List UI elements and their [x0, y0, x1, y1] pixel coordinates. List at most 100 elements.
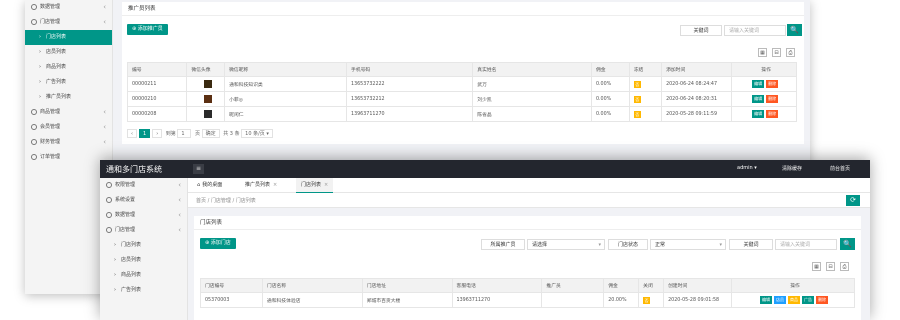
search-icon[interactable]: 🔍 — [840, 238, 855, 250]
sidebar-item[interactable]: › 推广员列表 — [25, 90, 112, 105]
column-header: 微信昵称 — [224, 62, 348, 77]
export-icon[interactable]: ⊟ — [826, 262, 835, 271]
export-icon[interactable]: ⊟ — [772, 48, 781, 57]
sidebar-item[interactable]: 系统设置 ‹ — [100, 193, 187, 208]
chevron-icon: ‹ — [178, 226, 181, 234]
confirm-button[interactable]: 确定 — [201, 129, 220, 138]
sidebar-item[interactable]: › 广告列表 — [25, 75, 112, 90]
prev-page-button[interactable]: ‹ — [127, 129, 137, 138]
closed-badge[interactable]: 否 — [643, 296, 651, 304]
pagination: ‹ 1 › 到第 1 页 确定 共 3 条 10 条/页 ▾ — [127, 129, 275, 138]
keyword-input[interactable]: 请输入关键词 — [724, 25, 786, 36]
cell-actions: 编辑 店员 商品 广告 删除 — [731, 292, 855, 308]
add-store-button[interactable]: ⊕ 添加门店 — [200, 238, 236, 249]
chevron-icon: ‹ — [178, 181, 181, 189]
sidebar-item-label: 数据管理 — [115, 212, 136, 218]
chevron-icon: ‹ — [103, 123, 106, 131]
sidebar-item[interactable]: 门店管理 ‹ — [25, 15, 112, 30]
panel-title: 门店列表 — [194, 216, 861, 230]
sidebar-item[interactable]: 商品管理 ‹ — [25, 105, 112, 120]
avatar — [203, 95, 212, 103]
cell-commission: 0.00% — [590, 91, 630, 107]
delete-button[interactable]: 删除 — [766, 95, 779, 103]
page-1-button[interactable]: 1 — [139, 129, 151, 138]
sidebar-item[interactable]: 门店管理 ‹ — [100, 223, 187, 238]
sidebar-item[interactable]: › 商品列表 — [25, 60, 112, 75]
tab-label: 推广员列表 — [245, 182, 271, 188]
panel-title: 推广员列表 — [122, 2, 804, 16]
sidebar-item[interactable]: › 店员列表 — [100, 253, 187, 268]
tab[interactable]: 门店列表 × — [296, 178, 334, 193]
chevron-right-icon: › — [39, 79, 41, 85]
chevron-down-icon: ▾ — [719, 242, 722, 248]
cell-name: 武万 — [472, 76, 592, 92]
chevron-right-icon: › — [39, 64, 41, 70]
sidebar-item-label: 系统设置 — [115, 197, 136, 203]
column-header: 微信头像 — [186, 62, 226, 77]
column-header: 门店编号 — [200, 278, 263, 293]
edit-button[interactable]: 编辑 — [752, 110, 765, 118]
add-promoter-button[interactable]: ⊕ 添加推广员 — [127, 24, 168, 35]
menu-toggle-icon[interactable]: ≡ — [193, 164, 204, 174]
columns-icon[interactable]: ▦ — [758, 48, 767, 57]
next-page-button[interactable]: › — [152, 129, 163, 138]
cell-actions: 编辑 删除 — [731, 76, 797, 92]
front-sidebar: 权限管理 ‹ 系统设置 ‹ 数据管理 ‹ 门店管理 ‹ › 门店列表 › 店员列表 › 商品列表 › 广告列表 — [100, 178, 188, 320]
print-icon[interactable]: ⎙ — [786, 48, 795, 57]
sidebar-item[interactable]: 数据管理 ‹ — [100, 208, 187, 223]
column-header: 操作 — [731, 62, 797, 77]
home-link[interactable]: 前台首页 — [830, 165, 850, 172]
edit-button[interactable]: 编辑 — [760, 296, 773, 304]
refresh-icon[interactable]: ⟳ — [846, 195, 860, 206]
app-logo: 通和多门店系统 — [106, 165, 162, 174]
close-icon[interactable]: × — [273, 182, 277, 188]
user-menu[interactable]: admin ▾ — [737, 165, 757, 171]
search-icon[interactable]: 🔍 — [787, 24, 802, 36]
frozen-badge[interactable]: 否 — [633, 95, 641, 103]
promoter-select-value: 请选择 — [532, 242, 548, 248]
chevron-right-icon: › — [39, 94, 41, 100]
keyword-label: 关键词 — [680, 25, 722, 36]
edit-button[interactable]: 编辑 — [752, 80, 765, 88]
gauge-icon — [31, 3, 37, 10]
sidebar-item[interactable]: 财务管理 ‹ — [25, 135, 112, 150]
sidebar-item[interactable]: 权限管理 ‹ — [100, 178, 187, 193]
sidebar-item-label: 商品列表 — [46, 64, 67, 70]
keyword-input[interactable]: 请输入关键词 — [775, 239, 837, 250]
column-header: 操作 — [731, 278, 855, 293]
page-size-select[interactable]: 10 条/页 ▾ — [241, 129, 273, 138]
delete-button[interactable]: 删除 — [766, 80, 779, 88]
tab[interactable]: ⌂ 我的桌面 — [192, 178, 227, 193]
tab[interactable]: 推广员列表 × — [240, 178, 282, 193]
staff-button[interactable]: 店员 — [774, 296, 787, 304]
sidebar-item[interactable]: › 店员列表 — [25, 45, 112, 60]
goods-button[interactable]: 商品 — [788, 296, 801, 304]
clear-cache-link[interactable]: 清除缓存 — [782, 165, 802, 172]
sidebar-item-label: 广告列表 — [46, 79, 67, 85]
page-input[interactable]: 1 — [177, 129, 192, 138]
table-row: 00000208 昵闲仁 13963711270 陈省晶 0.00% 否 2020-05-2… — [126, 106, 797, 122]
sidebar-item[interactable]: › 门店列表 — [100, 238, 187, 253]
sidebar-item[interactable]: 会员管理 ‹ — [25, 120, 112, 135]
frozen-badge[interactable]: 否 — [633, 110, 641, 118]
frozen-badge[interactable]: 否 — [633, 80, 641, 88]
delete-button[interactable]: 删除 — [766, 110, 779, 118]
cell-address: 郑城市百货大楼 — [361, 292, 453, 308]
sidebar-item[interactable]: › 门店列表 — [25, 30, 112, 45]
sidebar-item[interactable]: 订单管理 — [25, 150, 112, 165]
column-header: 冻结 — [628, 62, 663, 77]
sidebar-item[interactable]: 数据管理 ‹ — [25, 0, 112, 15]
close-icon[interactable]: × — [324, 182, 328, 188]
delete-button[interactable]: 删除 — [816, 296, 829, 304]
promoter-filter-label: 所属推广员 — [481, 239, 525, 250]
status-select[interactable]: 正常 ▾ — [650, 239, 726, 250]
print-icon[interactable]: ⎙ — [840, 262, 849, 271]
sidebar-item[interactable]: › 商品列表 — [100, 268, 187, 283]
promoter-select[interactable]: 请选择 ▾ — [527, 239, 605, 250]
cell-avatar — [186, 106, 226, 122]
edit-button[interactable]: 编辑 — [752, 95, 765, 103]
column-header: 添加时间 — [661, 62, 733, 77]
ads-button[interactable]: 广告 — [802, 296, 815, 304]
sidebar-item[interactable]: › 广告列表 — [100, 283, 187, 298]
columns-icon[interactable]: ▦ — [812, 262, 821, 271]
